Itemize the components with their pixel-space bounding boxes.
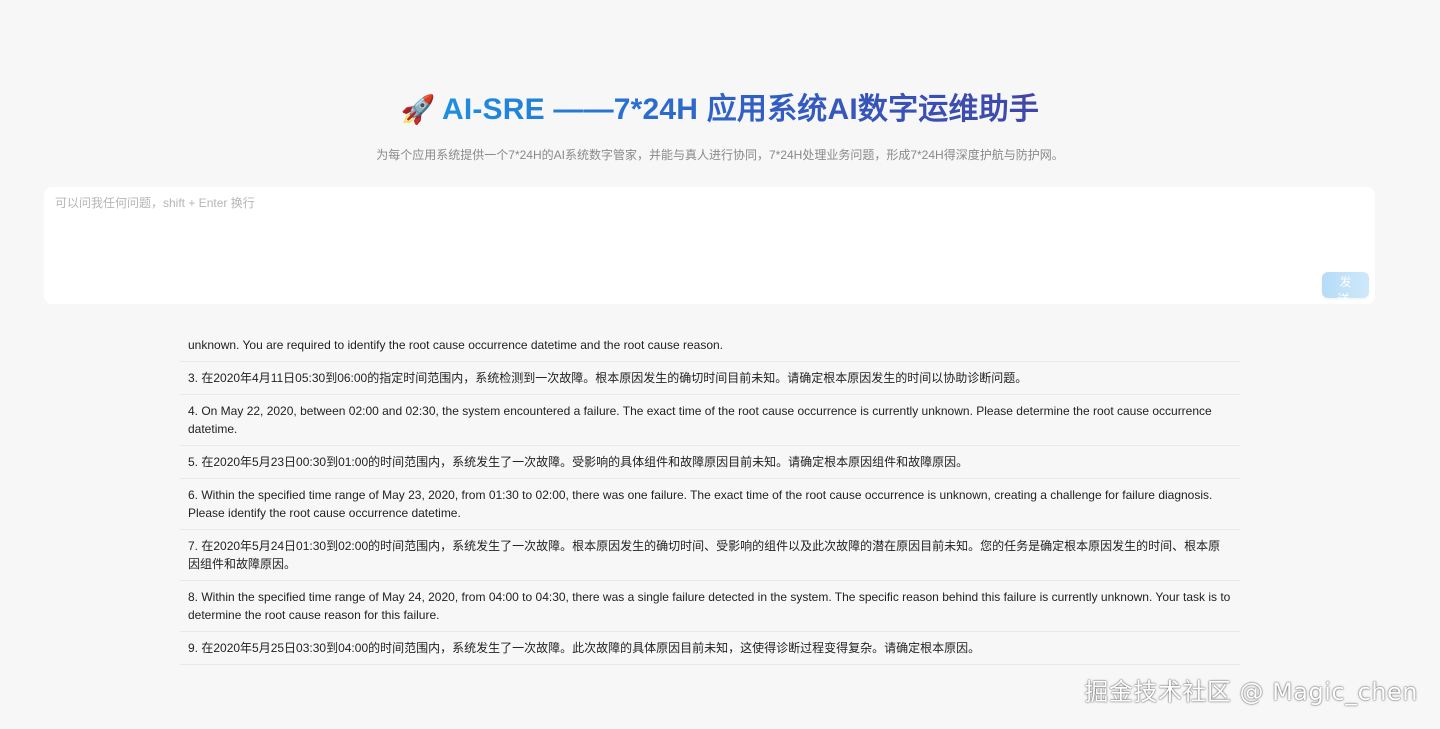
page: 🚀 AI-SRE ——7*24H 应用系统AI数字运维助手 为每个应用系统提供一… — [0, 0, 1440, 729]
page-title: 🚀 AI-SRE ——7*24H 应用系统AI数字运维助手 — [401, 88, 1039, 132]
chat-input[interactable] — [44, 187, 1375, 304]
response-line: unknown. You are required to identify th… — [180, 329, 1240, 362]
watermark: 掘金技术社区 @ Magic_chen — [1084, 678, 1418, 706]
response-line: 4. On May 22, 2020, between 02:00 and 02… — [180, 395, 1240, 446]
response-line: 9. 在2020年5月25日03:30到04:00的时间范围内，系统发生了一次故… — [180, 632, 1240, 665]
page-title-text: AI-SRE ——7*24H 应用系统AI数字运维助手 — [442, 88, 1039, 132]
response-line: 10. During the time range of May 26, 202… — [180, 665, 1240, 674]
rocket-icon: 🚀 — [400, 94, 436, 125]
response-line: 6. Within the specified time range of Ma… — [180, 479, 1240, 530]
response-line: 3. 在2020年4月11日05:30到06:00的指定时间范围内，系统检测到一… — [180, 362, 1240, 395]
send-button[interactable]: 发送 — [1322, 272, 1369, 306]
response-output: unknown. You are required to identify th… — [180, 329, 1240, 674]
response-line: 8. Within the specified time range of Ma… — [180, 581, 1240, 632]
chat-input-box: 发送 — [44, 187, 1375, 306]
header: 🚀 AI-SRE ——7*24H 应用系统AI数字运维助手 为每个应用系统提供一… — [0, 88, 1440, 164]
page-subtitle: 为每个应用系统提供一个7*24H的AI系统数字管家，并能与真人进行协同，7*24… — [376, 148, 1064, 162]
response-line: 5. 在2020年5月23日00:30到01:00的时间范围内，系统发生了一次故… — [180, 446, 1240, 479]
response-line: 7. 在2020年5月24日01:30到02:00的时间范围内，系统发生了一次故… — [180, 530, 1240, 581]
